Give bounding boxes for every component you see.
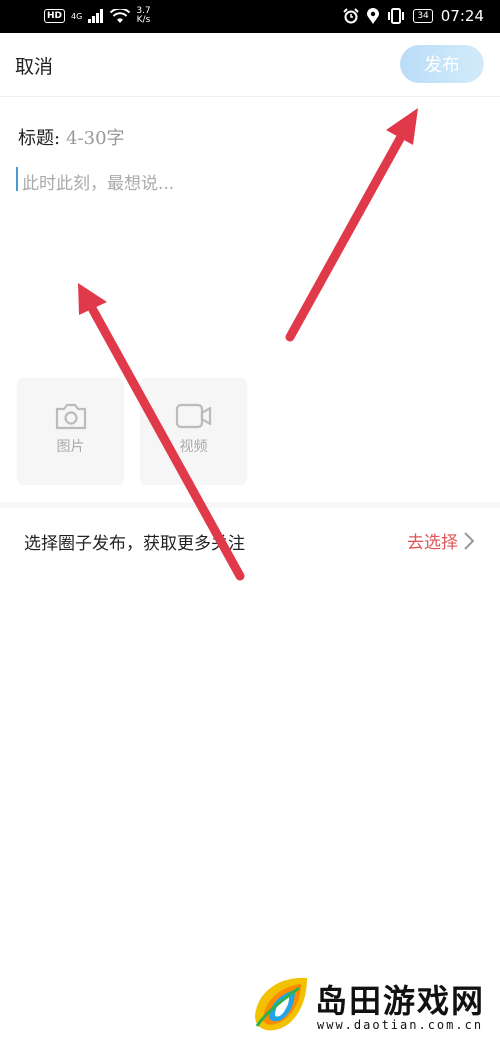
watermark-url: www.daotian.com.cn [317, 1018, 484, 1032]
leaf-logo-icon [255, 977, 307, 1031]
annotation-arrows [78, 108, 418, 581]
arrow-to-content [78, 283, 245, 581]
watermark: 岛田游戏网 www.daotian.com.cn [245, 972, 495, 1038]
arrow-to-publish [285, 108, 418, 342]
watermark-name: 岛田游戏网 [315, 982, 486, 1020]
